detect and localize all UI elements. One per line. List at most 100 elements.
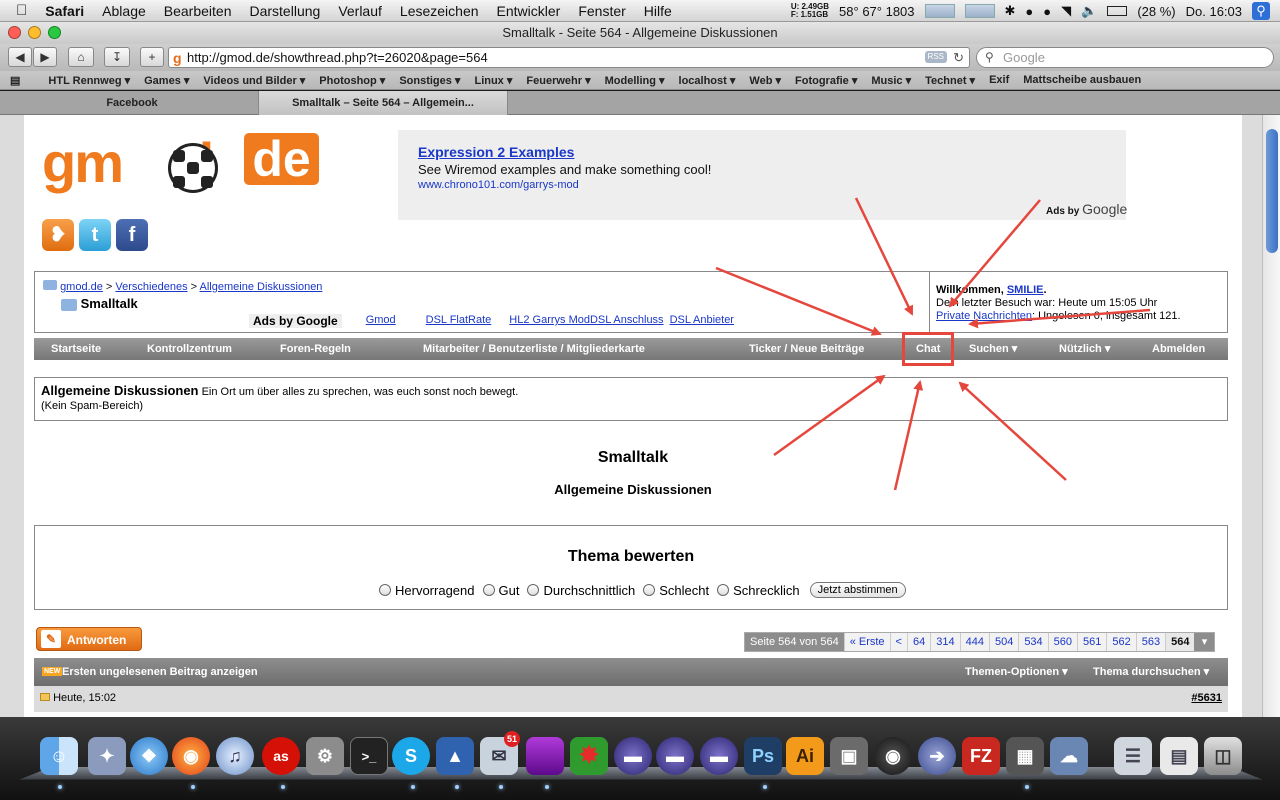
nav-abmelden[interactable]: Abmelden bbox=[1152, 338, 1205, 360]
menu-verlauf[interactable]: Verlauf bbox=[338, 3, 382, 19]
temperature-readout[interactable]: 58° 67° 1803 bbox=[839, 4, 914, 19]
ad-link[interactable]: DSL FlatRate bbox=[426, 314, 492, 328]
rating-radio-schlecht[interactable] bbox=[643, 584, 656, 596]
lastfm-icon[interactable]: as bbox=[262, 737, 300, 775]
page-link[interactable]: 64 bbox=[906, 633, 931, 651]
back-button[interactable]: ◀ bbox=[8, 47, 32, 67]
reload-icon[interactable]: ↻ bbox=[953, 48, 964, 67]
bookmark-item[interactable]: Mattscheibe ausbauen bbox=[1023, 74, 1141, 86]
spotlight-icon[interactable]: ⚲ bbox=[1252, 2, 1270, 20]
rss-icon[interactable]: ❥ bbox=[42, 219, 74, 251]
downloads-stack-icon[interactable]: ☰ bbox=[1114, 737, 1152, 775]
menu-lesezeichen[interactable]: Lesezeichen bbox=[400, 3, 479, 19]
menu-fenster[interactable]: Fenster bbox=[578, 3, 625, 19]
bookmark-item[interactable]: Videos und Bilder ▾ bbox=[203, 74, 305, 87]
breadcrumb-verschiedenes[interactable]: Verschiedenes bbox=[115, 281, 187, 293]
user-icon[interactable]: ● bbox=[1043, 4, 1051, 19]
ad-link[interactable]: DSL Anbieter bbox=[670, 314, 734, 328]
nav-startseite[interactable]: Startseite bbox=[51, 338, 101, 360]
bookmark-item[interactable]: Exif bbox=[989, 74, 1009, 86]
ad-link[interactable]: DSL Anschluss bbox=[590, 314, 664, 326]
tab-facebook[interactable]: Facebook bbox=[0, 91, 264, 115]
page-first[interactable]: « Erste bbox=[843, 633, 890, 651]
reply-button[interactable]: ✎ Antworten bbox=[36, 627, 142, 651]
red-star-app-icon[interactable]: ✸ bbox=[570, 737, 608, 775]
ads-by-google[interactable]: Ads by Google bbox=[1046, 201, 1127, 217]
nav-kontrollzentrum[interactable]: Kontrollzentrum bbox=[147, 338, 232, 360]
first-unread-link[interactable]: Ersten ungelesenen Beitrag anzeigen bbox=[62, 658, 258, 686]
rating-radio-durchschnittlich[interactable] bbox=[527, 584, 540, 596]
minimize-window-icon[interactable] bbox=[28, 26, 41, 39]
search-input[interactable]: ⚲ Google bbox=[976, 47, 1274, 68]
vertical-scrollbar[interactable] bbox=[1262, 115, 1280, 717]
page-link[interactable]: 314 bbox=[930, 633, 960, 651]
bookmark-item[interactable]: Web ▾ bbox=[749, 74, 781, 87]
safari-icon[interactable]: ❖ bbox=[130, 737, 168, 775]
battery-icon[interactable] bbox=[1107, 6, 1128, 16]
volume-icon[interactable]: 🔈 bbox=[1081, 3, 1097, 19]
twitter-icon[interactable]: t bbox=[79, 219, 111, 251]
forward-button[interactable]: ▶ bbox=[33, 47, 57, 67]
facebook-icon[interactable]: f bbox=[116, 219, 148, 251]
eclipse-icon-2[interactable]: ▬ bbox=[656, 737, 694, 775]
page-link[interactable]: 444 bbox=[959, 633, 989, 651]
eclipse-icon-1[interactable]: ▬ bbox=[614, 737, 652, 775]
nav-nuetzlich[interactable]: Nützlich ▾ bbox=[1059, 338, 1110, 360]
username-link[interactable]: SMILIE bbox=[1007, 284, 1044, 296]
vote-button[interactable]: Jetzt abstimmen bbox=[809, 582, 906, 598]
nav-ticker[interactable]: Ticker / Neue Beiträge bbox=[749, 338, 864, 360]
private-messages-link[interactable]: Private Nachrichten bbox=[936, 310, 1032, 322]
url-field[interactable]: g http://gmod.de/showthread.php?t=26020&… bbox=[168, 47, 970, 68]
trash-icon[interactable]: ◫ bbox=[1204, 737, 1242, 775]
rating-radio-gut[interactable] bbox=[482, 584, 495, 596]
page-link[interactable]: 562 bbox=[1106, 633, 1136, 651]
filezilla-icon[interactable]: FZ bbox=[962, 737, 1000, 775]
purple-app-icon[interactable] bbox=[526, 737, 564, 775]
breadcrumb-gmod[interactable]: gmod.de bbox=[60, 281, 103, 293]
post-number-link[interactable]: #5631 bbox=[1191, 686, 1222, 710]
site-logo[interactable]: gmd de bbox=[42, 133, 319, 193]
app-menu[interactable]: Safari bbox=[45, 3, 84, 19]
itunes-icon[interactable]: ♫ bbox=[216, 737, 254, 775]
google-ad[interactable]: Expression 2 Examples See Wiremod exampl… bbox=[398, 130, 1126, 220]
page-link[interactable]: 504 bbox=[988, 633, 1019, 651]
show-bookmarks-icon[interactable]: ▤ bbox=[10, 74, 20, 87]
bookmark-item[interactable]: Modelling ▾ bbox=[605, 74, 665, 87]
ad-link[interactable]: Gmod bbox=[366, 314, 396, 328]
iphoto-icon[interactable]: ▣ bbox=[830, 737, 868, 775]
nav-foren-regeln[interactable]: Foren-Regeln bbox=[280, 338, 351, 360]
screen-sharing-icon[interactable]: ▦ bbox=[1006, 737, 1044, 775]
bookmark-item[interactable]: Sonstiges ▾ bbox=[399, 74, 460, 87]
menu-ablage[interactable]: Ablage bbox=[102, 3, 146, 19]
aperture-icon[interactable]: ◉ bbox=[874, 737, 912, 775]
eclipse-icon-3[interactable]: ▬ bbox=[700, 737, 738, 775]
ad-title[interactable]: Expression 2 Examples bbox=[418, 144, 1106, 160]
page-link[interactable]: 560 bbox=[1047, 633, 1078, 651]
bookmark-inbox-button[interactable]: ↧ bbox=[104, 47, 130, 67]
menu-bearbeiten[interactable]: Bearbeiten bbox=[164, 3, 232, 19]
page-dropdown-icon[interactable]: ▾ bbox=[1194, 633, 1215, 651]
documents-stack-icon[interactable]: ▤ bbox=[1160, 737, 1198, 775]
menu-entwickler[interactable]: Entwickler bbox=[497, 3, 561, 19]
page-prev[interactable]: < bbox=[889, 633, 907, 651]
thread-search-menu[interactable]: Thema durchsuchen ▾ bbox=[1093, 658, 1209, 686]
wifi-icon[interactable]: ◥ bbox=[1061, 3, 1071, 19]
ad-link[interactable]: HL2 Garrys Mod bbox=[509, 314, 590, 326]
terminal-icon[interactable]: >_ bbox=[350, 737, 388, 775]
rating-radio-schrecklich[interactable] bbox=[717, 584, 730, 596]
illustrator-icon[interactable]: Ai bbox=[786, 737, 824, 775]
page-link[interactable]: 561 bbox=[1077, 633, 1107, 651]
finder-icon[interactable]: ☺ bbox=[40, 737, 78, 775]
ad-links-heading[interactable]: Ads by Google bbox=[249, 314, 342, 328]
lock-icon[interactable]: ● bbox=[1025, 4, 1033, 19]
bluetooth-icon[interactable]: ✱ bbox=[1005, 3, 1016, 19]
bookmark-item[interactable]: Feuerwehr ▾ bbox=[526, 74, 590, 87]
bookmark-item[interactable]: Games ▾ bbox=[144, 74, 189, 87]
rss-button[interactable]: RSS bbox=[924, 51, 947, 63]
page-link[interactable]: 563 bbox=[1135, 633, 1166, 651]
instruments-icon[interactable]: ➔ bbox=[918, 737, 956, 775]
close-window-icon[interactable] bbox=[8, 26, 21, 39]
tab-smalltalk[interactable]: Smalltalk – Seite 564 – Allgemein... bbox=[258, 91, 508, 115]
bookmark-item[interactable]: HTL Rennweg ▾ bbox=[48, 74, 130, 87]
rating-radio-hervorragend[interactable] bbox=[379, 584, 391, 596]
